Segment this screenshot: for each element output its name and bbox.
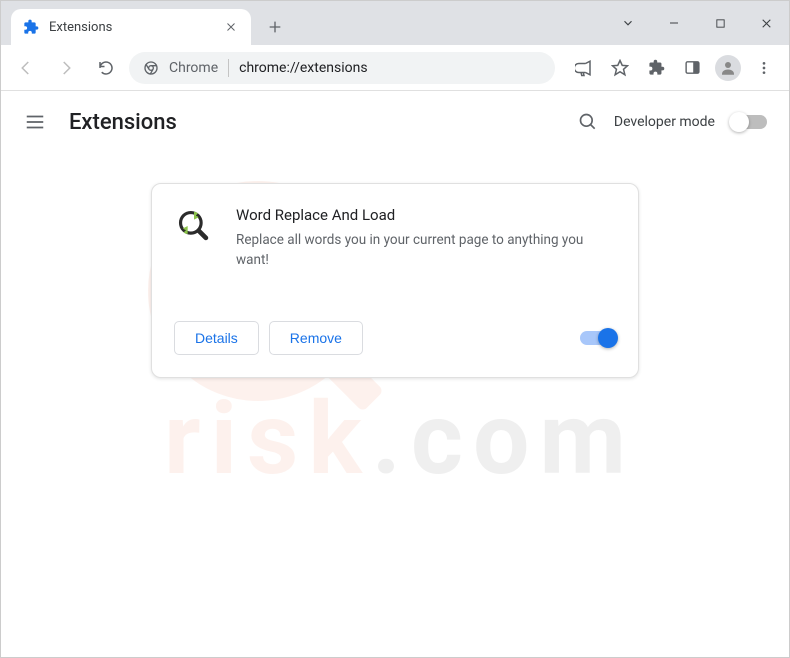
extension-enable-toggle[interactable] (580, 331, 616, 345)
search-button[interactable] (578, 112, 598, 132)
close-icon[interactable] (223, 19, 239, 35)
extension-name: Word Replace And Load (236, 206, 616, 224)
avatar-icon (715, 55, 741, 81)
new-tab-button[interactable] (261, 13, 289, 41)
hamburger-menu-button[interactable] (23, 110, 47, 134)
maximize-button[interactable] (697, 7, 743, 39)
url-text: chrome://extensions (239, 60, 367, 76)
bookmark-button[interactable] (603, 51, 637, 85)
extensions-grid: Word Replace And Load Replace all words … (1, 153, 789, 408)
extension-card: Word Replace And Load Replace all words … (151, 183, 639, 378)
forward-button[interactable] (49, 51, 83, 85)
page-header: Extensions Developer mode (1, 91, 789, 153)
back-button[interactable] (9, 51, 43, 85)
details-button[interactable]: Details (174, 321, 259, 355)
secure-label: Chrome (169, 60, 218, 76)
puzzle-icon (23, 19, 39, 35)
chrome-icon (143, 60, 159, 76)
browser-toolbar: Chrome chrome://extensions (1, 45, 789, 91)
side-panel-button[interactable] (675, 51, 709, 85)
minimize-button[interactable] (651, 7, 697, 39)
address-bar[interactable]: Chrome chrome://extensions (129, 52, 555, 84)
browser-tab[interactable]: Extensions (11, 9, 251, 45)
developer-mode-label: Developer mode (614, 114, 715, 130)
share-button[interactable] (567, 51, 601, 85)
extension-icon (174, 206, 214, 246)
remove-button[interactable]: Remove (269, 321, 363, 355)
browser-titlebar: Extensions (1, 1, 789, 45)
developer-mode-toggle[interactable] (731, 115, 767, 129)
profile-button[interactable] (711, 51, 745, 85)
tab-search-button[interactable] (605, 7, 651, 39)
extensions-button[interactable] (639, 51, 673, 85)
chrome-menu-button[interactable] (747, 51, 781, 85)
page-title: Extensions (69, 110, 177, 135)
divider (228, 59, 229, 77)
tab-title: Extensions (49, 20, 213, 35)
extension-description: Replace all words you in your current pa… (236, 230, 616, 271)
reload-button[interactable] (89, 51, 123, 85)
window-close-button[interactable] (743, 7, 789, 39)
